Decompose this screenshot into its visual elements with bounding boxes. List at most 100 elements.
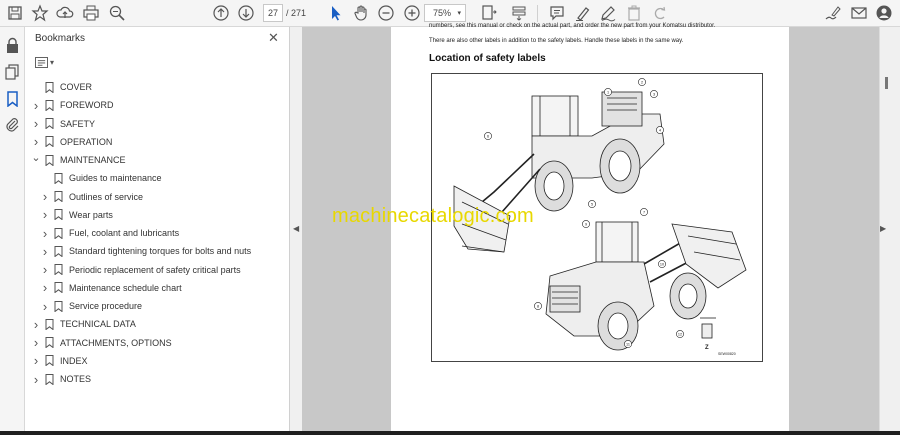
chevron-right-icon[interactable]: › xyxy=(31,98,41,113)
bookmark-item[interactable]: › INDEX xyxy=(31,352,88,370)
bookmark-flag-icon xyxy=(45,355,54,367)
lock-icon[interactable] xyxy=(4,37,21,54)
callout-number: 11 xyxy=(626,342,630,346)
chevron-right-icon[interactable]: › xyxy=(40,189,50,204)
attachment-paperclip-icon[interactable] xyxy=(4,116,21,133)
bookmark-item[interactable]: COVER xyxy=(31,78,92,96)
bookmark-item[interactable]: › Periodic replacement of safety critical… xyxy=(40,261,241,279)
bookmark-star-icon[interactable] xyxy=(30,3,50,23)
bookmark-flag-icon xyxy=(45,318,54,330)
bookmark-flag-icon xyxy=(54,227,63,239)
section-heading: Location of safety labels xyxy=(429,53,546,64)
callout-marker: 12 xyxy=(676,330,684,338)
chevron-right-icon[interactable]: › xyxy=(40,280,50,295)
body-text-line: There are also other labels in addition … xyxy=(429,38,684,44)
list-options-icon xyxy=(35,56,48,68)
bookmark-item[interactable]: Guides to maintenance xyxy=(40,169,162,187)
bookmark-label: MAINTENANCE xyxy=(60,155,126,165)
zoom-level-select[interactable]: 75% ▾ xyxy=(424,4,466,22)
figure-z-label: Z xyxy=(705,345,709,351)
zoom-in-icon[interactable] xyxy=(402,3,422,23)
hand-tool-icon[interactable] xyxy=(351,3,371,23)
chevron-right-icon[interactable]: › xyxy=(40,299,50,314)
callout-number: 2 xyxy=(641,80,643,84)
bookmark-item[interactable]: ⌄ MAINTENANCE xyxy=(31,151,126,169)
callout-number: 10 xyxy=(660,262,664,266)
edit-sign-icon[interactable] xyxy=(823,3,843,23)
chevron-right-icon[interactable]: › xyxy=(31,134,41,149)
bookmark-item[interactable]: › SAFETY xyxy=(31,115,95,133)
page-number-input[interactable]: 27 xyxy=(263,4,283,22)
bookmark-item[interactable]: › Maintenance schedule chart xyxy=(40,279,182,297)
callout-number: 7 xyxy=(643,210,645,214)
taskbar-strip xyxy=(0,431,900,435)
zoom-out-icon[interactable] xyxy=(376,3,396,23)
chevron-right-icon[interactable]: › xyxy=(40,262,50,277)
bookmark-item[interactable]: › Standard tightening torques for bolts a… xyxy=(40,242,251,260)
bookmark-item[interactable]: › Service procedure xyxy=(40,297,142,315)
account-icon[interactable] xyxy=(874,3,894,23)
bookmark-flag-icon xyxy=(54,209,63,221)
draw-tool-icon[interactable] xyxy=(598,3,618,23)
document-viewport[interactable]: numbers, see this manual or check on the… xyxy=(302,23,879,435)
scrollbar-thumb[interactable] xyxy=(885,77,888,89)
chevron-right-icon[interactable]: › xyxy=(31,353,41,368)
zoom-level-value: 75% xyxy=(433,8,452,18)
zoom-search-icon[interactable] xyxy=(107,3,127,23)
bookmarks-panel-title: Bookmarks xyxy=(35,33,86,44)
bookmark-item[interactable]: › Wear parts xyxy=(40,206,113,224)
cloud-upload-icon[interactable] xyxy=(55,3,75,23)
save-icon[interactable] xyxy=(5,3,25,23)
callout-number: 8 xyxy=(537,304,539,308)
bookmark-label: Fuel, coolant and lubricants xyxy=(69,228,180,238)
bookmark-item[interactable]: › ATTACHMENTS, OPTIONS xyxy=(31,334,172,352)
bookmark-options-button[interactable]: ▾ xyxy=(35,55,57,69)
delete-trash-icon[interactable] xyxy=(624,3,644,23)
page-total-label: / 271 xyxy=(286,8,307,18)
bookmark-label: OPERATION xyxy=(60,136,113,147)
bookmark-flag-icon xyxy=(45,373,54,385)
chevron-right-icon[interactable]: › xyxy=(31,372,41,387)
bookmark-item[interactable]: › Outlines of service xyxy=(40,188,143,206)
select-cursor-icon[interactable] xyxy=(326,3,346,23)
mail-icon[interactable] xyxy=(849,3,869,23)
close-icon[interactable]: ✕ xyxy=(268,30,279,46)
pages-thumbnails-icon[interactable] xyxy=(4,63,21,80)
bookmark-item[interactable]: › FOREWORD xyxy=(31,96,114,114)
callout-number: 12 xyxy=(678,332,682,336)
bookmark-item[interactable]: › NOTES xyxy=(31,370,91,388)
bookmark-item[interactable]: › TECHNICAL DATA xyxy=(31,315,136,333)
chevron-right-icon[interactable]: › xyxy=(40,244,50,259)
highlight-pen-icon[interactable] xyxy=(573,3,593,23)
vertical-scrollbar[interactable]: ▶ xyxy=(879,27,900,435)
previous-page-icon[interactable] xyxy=(211,3,231,23)
next-page-icon[interactable] xyxy=(236,3,256,23)
scroll-mode-icon[interactable] xyxy=(509,3,529,23)
chevron-down-icon: ▾ xyxy=(457,10,461,17)
callout-number: 1 xyxy=(607,90,609,94)
bookmark-flag-icon xyxy=(54,191,63,202)
bookmarks-panel-icon[interactable] xyxy=(4,90,21,108)
callout-number: 5 xyxy=(591,202,593,206)
chevron-right-icon[interactable]: › xyxy=(31,116,41,131)
callout-marker: 7 xyxy=(640,208,648,216)
bookmark-label: FOREWORD xyxy=(60,100,114,111)
callout-number: 3 xyxy=(653,92,655,96)
chevron-right-icon[interactable]: › xyxy=(40,207,50,222)
collapse-right-arrow-icon[interactable]: ▶ xyxy=(880,224,886,233)
panel-splitter[interactable]: ◀ xyxy=(290,27,302,435)
bookmark-item[interactable]: › Fuel, coolant and lubricants xyxy=(40,224,179,242)
bookmarks-panel: Bookmarks ✕ ▾ COVER › FOREWORD › SAFETY › OPER… xyxy=(25,27,290,435)
chevron-down-icon[interactable]: ⌄ xyxy=(31,151,41,164)
chevron-right-icon[interactable]: › xyxy=(31,317,41,332)
bookmark-label: NOTES xyxy=(60,374,92,384)
chevron-right-icon[interactable]: › xyxy=(40,226,50,241)
page-fit-icon[interactable] xyxy=(479,3,499,23)
bookmark-flag-icon xyxy=(45,99,54,111)
collapse-left-arrow-icon[interactable]: ◀ xyxy=(293,224,299,233)
bookmark-item[interactable]: › OPERATION xyxy=(31,133,113,151)
print-icon[interactable] xyxy=(81,3,101,23)
undo-icon[interactable] xyxy=(650,3,670,23)
comment-icon[interactable] xyxy=(547,3,567,23)
chevron-right-icon[interactable]: › xyxy=(31,335,41,350)
